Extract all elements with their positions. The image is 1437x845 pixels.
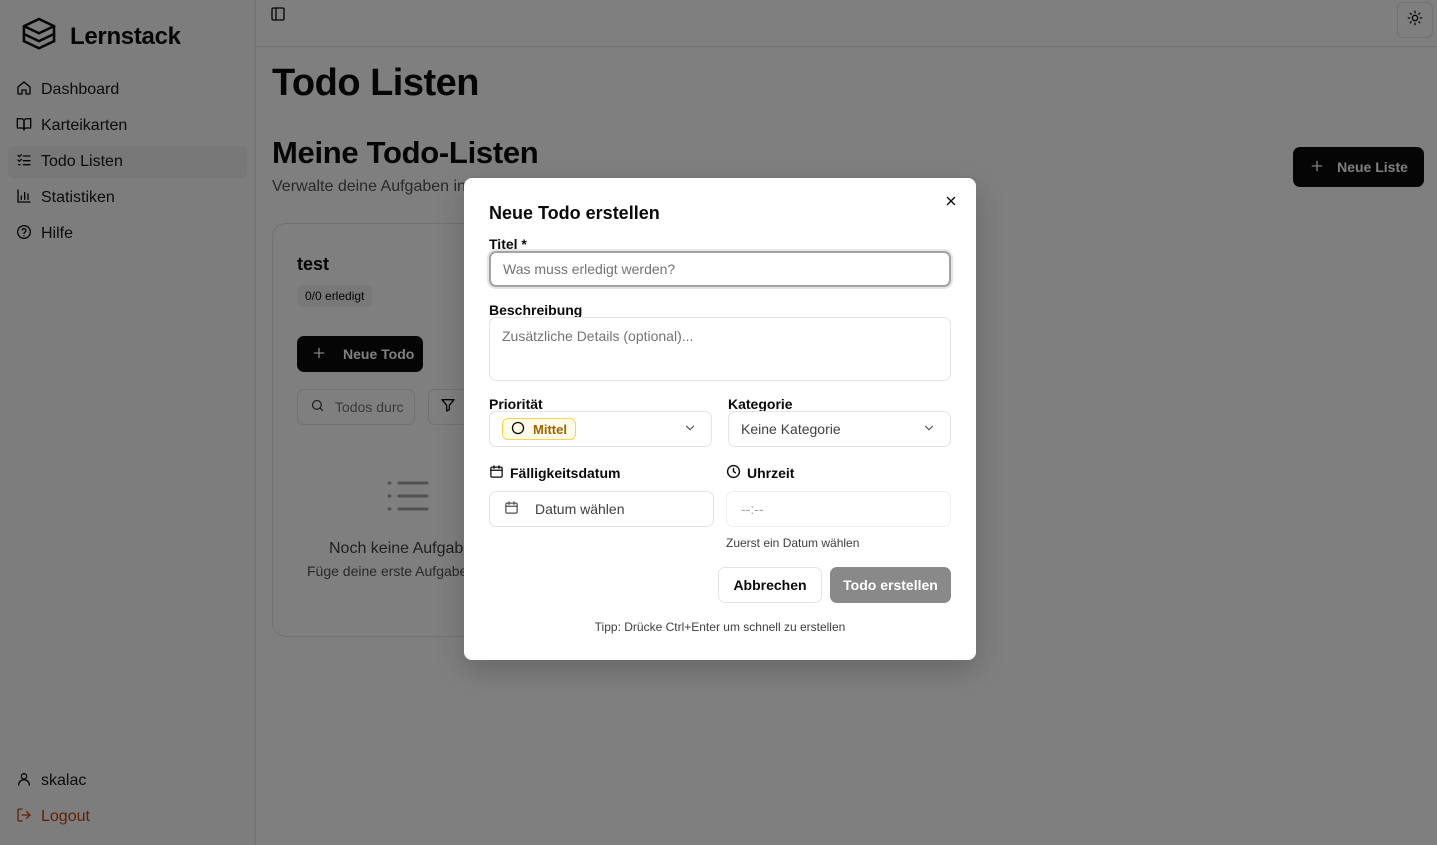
close-icon — [944, 194, 958, 213]
description-placeholder: Zusätzliche Details (optional)... — [502, 328, 694, 344]
close-button[interactable] — [942, 194, 960, 212]
description-textarea[interactable]: Zusätzliche Details (optional)... — [489, 317, 951, 381]
create-todo-button[interactable]: Todo erstellen — [830, 567, 951, 603]
priority-chip: Mittel — [502, 418, 576, 440]
title-placeholder: Was muss erledigt werden? — [503, 261, 676, 277]
priority-value: Mittel — [533, 421, 567, 437]
chevron-down-icon — [922, 421, 936, 438]
cancel-button[interactable]: Abbrechen — [718, 567, 822, 603]
description-label: Beschreibung — [489, 302, 583, 318]
chevron-down-icon — [683, 421, 697, 438]
clock-icon — [726, 464, 741, 482]
due-date-picker[interactable]: Datum wählen — [489, 491, 714, 527]
keyboard-tip: Tipp: Drücke Ctrl+Enter um schnell zu er… — [594, 620, 846, 634]
circle-icon — [511, 421, 525, 438]
priority-label: Priorität — [489, 396, 543, 412]
category-label: Kategorie — [728, 396, 793, 412]
due-date-placeholder: Datum wählen — [535, 501, 625, 517]
due-date-label: Fälligkeitsdatum — [489, 464, 620, 482]
calendar-icon — [489, 464, 504, 482]
new-todo-dialog: Neue Todo erstellen Titel * Was muss erl… — [464, 178, 976, 660]
dialog-title: Neue Todo erstellen — [489, 203, 660, 223]
category-select[interactable]: Keine Kategorie — [728, 411, 951, 447]
time-hint: Zuerst ein Datum wählen — [726, 536, 860, 550]
due-date-label-text: Fälligkeitsdatum — [510, 465, 621, 481]
time-input[interactable]: --:-- — [726, 491, 951, 527]
time-label-text: Uhrzeit — [747, 465, 795, 481]
time-label: Uhrzeit — [726, 464, 794, 482]
title-label: Titel * — [489, 236, 527, 252]
priority-select[interactable]: Mittel — [489, 411, 712, 447]
time-placeholder: --:-- — [741, 501, 764, 517]
category-value: Keine Kategorie — [741, 421, 841, 437]
calendar-icon — [504, 500, 519, 518]
title-input[interactable]: Was muss erledigt werden? — [489, 251, 951, 287]
